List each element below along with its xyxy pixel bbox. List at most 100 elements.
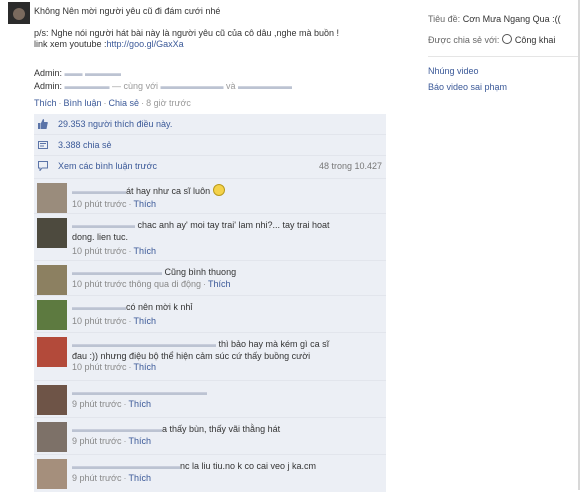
comment-like[interactable]: Thích: [133, 199, 156, 209]
redacted-commenter: ▬▬▬▬▬▬: [72, 186, 126, 196]
commenter-avatar[interactable]: [37, 422, 67, 452]
comment-body: ▬▬▬▬▬▬át hay như ca sĩ luôn: [72, 184, 372, 197]
comment-action[interactable]: Bình luận: [64, 98, 102, 108]
comment-meta: 9 phút trước · Thích: [72, 436, 151, 446]
redacted-name: ▬▬ ▬▬▬▬: [64, 68, 122, 78]
comment-like[interactable]: Thích: [133, 362, 156, 372]
video-title: Cơn Mưa Ngang Qua :((: [462, 14, 561, 24]
and-text: và: [226, 81, 236, 91]
comment-bubble-icon: [38, 161, 48, 171]
privacy-row: Được chia sẻ với: Công khai: [428, 34, 555, 45]
sidebar-divider: [428, 56, 578, 57]
view-previous-comments[interactable]: Xem các bình luận trước: [58, 161, 157, 171]
comment-time: 10 phút trước: [72, 199, 127, 209]
post-title: Không Nên mời người yêu cũ đi đám cưới n…: [34, 6, 221, 16]
comment-time: 9 phút trước: [72, 473, 122, 483]
redacted-commenter: ▬▬▬▬▬▬▬▬▬▬▬▬▬▬▬▬: [72, 339, 216, 349]
commenter-avatar[interactable]: [37, 300, 67, 330]
comment-body: ▬▬▬▬▬▬có nên mời k nhỉ: [72, 301, 372, 313]
redacted-commenter: ▬▬▬▬▬▬▬▬▬▬: [72, 267, 162, 277]
commenter-avatar[interactable]: [37, 183, 67, 213]
redacted-commenter: ▬▬▬▬▬▬▬▬▬▬▬▬▬▬▬: [72, 387, 207, 397]
redacted-commenter: ▬▬▬▬▬▬▬▬▬▬▬▬: [72, 461, 180, 471]
link-prefix: link xem youtube :: [34, 39, 107, 49]
comment: ▬▬▬▬▬▬▬▬▬▬▬▬▬▬▬▬ thì bảo hay mà kém gì c…: [34, 333, 386, 381]
comment-text: chac anh ay' moi tay trai' lam nhi?... t…: [137, 220, 330, 230]
shares-count[interactable]: 3.388 chia sẻ: [58, 140, 112, 150]
admin-line-1: Admin: ▬▬ ▬▬▬▬: [34, 68, 121, 78]
privacy-value[interactable]: Công khai: [515, 35, 556, 45]
admin-label-2: Admin:: [34, 81, 63, 91]
youtube-link[interactable]: http://goo.gl/GaxXa: [107, 39, 184, 49]
comment-text: a thấy bùn, thấy vãi thằng hát: [162, 424, 281, 434]
title-label: Tiêu đề:: [428, 14, 461, 24]
redacted-commenter: ▬▬▬▬▬▬▬: [72, 220, 135, 230]
comment-text-cont: đau :)) nhưng điệu bộ thể hiện cảm súc c…: [72, 351, 311, 361]
like-action[interactable]: Thích: [34, 98, 57, 108]
commenter-avatar[interactable]: [37, 218, 67, 248]
post-link-line: link xem youtube :http://goo.gl/GaxXa: [34, 39, 339, 50]
comment-text: át hay như ca sĩ luôn: [126, 186, 211, 196]
comment: ▬▬▬▬▬▬có nên mời k nhỉ 10 phút trước · Thí…: [34, 296, 386, 333]
comment-meta: 9 phút trước · Thích: [72, 399, 151, 409]
comment-like[interactable]: Thích: [133, 316, 156, 326]
comment-like[interactable]: Thích: [128, 399, 151, 409]
comment-meta: 10 phút trước · Thích: [72, 362, 156, 372]
comment-body: ▬▬▬▬▬▬▬▬▬▬a thấy bùn, thấy vãi thằng hát: [72, 423, 372, 435]
comment-body: ▬▬▬▬▬▬▬▬▬▬▬▬nc la liu tiu.no k co cai ve…: [72, 460, 372, 472]
smiley-icon: [212, 184, 225, 196]
comment-time: 9 phút trước: [72, 436, 122, 446]
comment-time: 10 phút trước: [72, 316, 127, 326]
comment: ▬▬▬▬▬▬▬▬▬▬▬▬▬▬▬ 9 phút trước · Thích: [34, 381, 386, 418]
commenter-avatar[interactable]: [37, 385, 67, 415]
comment: ▬▬▬▬▬▬▬▬▬▬ Cũng bình thuong 10 phút trướ…: [34, 261, 386, 296]
comment-like[interactable]: Thích: [128, 436, 151, 446]
comment-text: có nên mời k nhỉ: [126, 302, 193, 312]
share-action[interactable]: Chia sẻ: [109, 98, 140, 108]
comment-time: 9 phút trước: [72, 399, 122, 409]
comment: ▬▬▬▬▬▬▬ chac anh ay' moi tay trai' lam n…: [34, 214, 386, 261]
comment-like[interactable]: Thích: [133, 246, 156, 256]
with-text: — cùng với: [112, 81, 158, 91]
share-icon: [38, 141, 48, 149]
comment-body: ▬▬▬▬▬▬▬▬▬▬▬▬▬▬▬▬ thì bảo hay mà kém gì c…: [72, 338, 372, 362]
commenter-avatar[interactable]: [37, 337, 67, 367]
post-text: Không Nên mời người yêu cũ đi đám cưới n…: [34, 6, 339, 50]
post-actions: Thích · Bình luận · Chia sẻ · 8 giờ trước: [34, 98, 191, 108]
admin-line-2: Admin: ▬▬▬▬▬ — cùng với ▬▬▬▬▬▬▬ và ▬▬▬▬▬…: [34, 81, 292, 91]
comment-meta: 10 phút trước thông qua di động · Thích: [72, 279, 231, 289]
video-title-row: Tiêu đề: Cơn Mưa Ngang Qua :((: [428, 14, 561, 24]
likes-count[interactable]: 29.353 người thích điều này.: [58, 119, 172, 129]
comment-text: nc la liu tiu.no k co cai veo j ka.cm: [180, 461, 317, 471]
globe-icon: [501, 34, 512, 44]
post-timestamp: 8 giờ trước: [146, 98, 191, 108]
shares-row: 3.388 chia sẻ: [34, 135, 386, 156]
comment-meta: 10 phút trước · Thích: [72, 246, 156, 256]
comment-text: thì bảo hay mà kém gì ca sĩ: [218, 339, 330, 349]
embed-video-link[interactable]: Nhúng video: [428, 66, 479, 76]
commenter-avatar[interactable]: [37, 265, 67, 295]
poster-avatar[interactable]: [8, 2, 30, 24]
feedback-box: 29.353 người thích điều này. 3.388 chia …: [34, 114, 386, 492]
redacted-name-4: ▬▬▬▬▬▬: [238, 81, 293, 91]
admin-label: Admin:: [34, 68, 63, 78]
comment-text: Cũng bình thuong: [164, 267, 237, 277]
likes-row: 29.353 người thích điều này.: [34, 114, 386, 135]
comment-pager: 48 trong 10.427: [318, 161, 382, 171]
comment-like[interactable]: Thích: [208, 279, 231, 289]
post-body: p/s: Nghe nói người hát bài này là người…: [34, 28, 340, 38]
comment-time: 10 phút trước: [72, 362, 127, 372]
comment-text-cont: dong. lien tuc.: [72, 232, 129, 242]
comment: ▬▬▬▬▬▬▬▬▬▬▬▬nc la liu tiu.no k co cai ve…: [34, 455, 386, 492]
comment-like[interactable]: Thích: [128, 473, 151, 483]
redacted-name-2: ▬▬▬▬▬: [64, 81, 110, 91]
commenter-avatar[interactable]: [37, 459, 67, 489]
redacted-commenter: ▬▬▬▬▬▬▬▬▬▬: [72, 424, 162, 434]
comment-body: ▬▬▬▬▬▬▬ chac anh ay' moi tay trai' lam n…: [72, 219, 372, 243]
comment-body: ▬▬▬▬▬▬▬▬▬▬▬▬▬▬▬: [72, 386, 372, 398]
comment: ▬▬▬▬▬▬át hay như ca sĩ luôn 10 phút trướ…: [34, 179, 386, 214]
report-video-link[interactable]: Báo video sai phạm: [428, 82, 507, 92]
shared-label: Được chia sẻ với:: [428, 35, 500, 45]
redacted-name-3: ▬▬▬▬▬▬▬: [160, 81, 224, 91]
comment-meta: 9 phút trước · Thích: [72, 473, 151, 483]
